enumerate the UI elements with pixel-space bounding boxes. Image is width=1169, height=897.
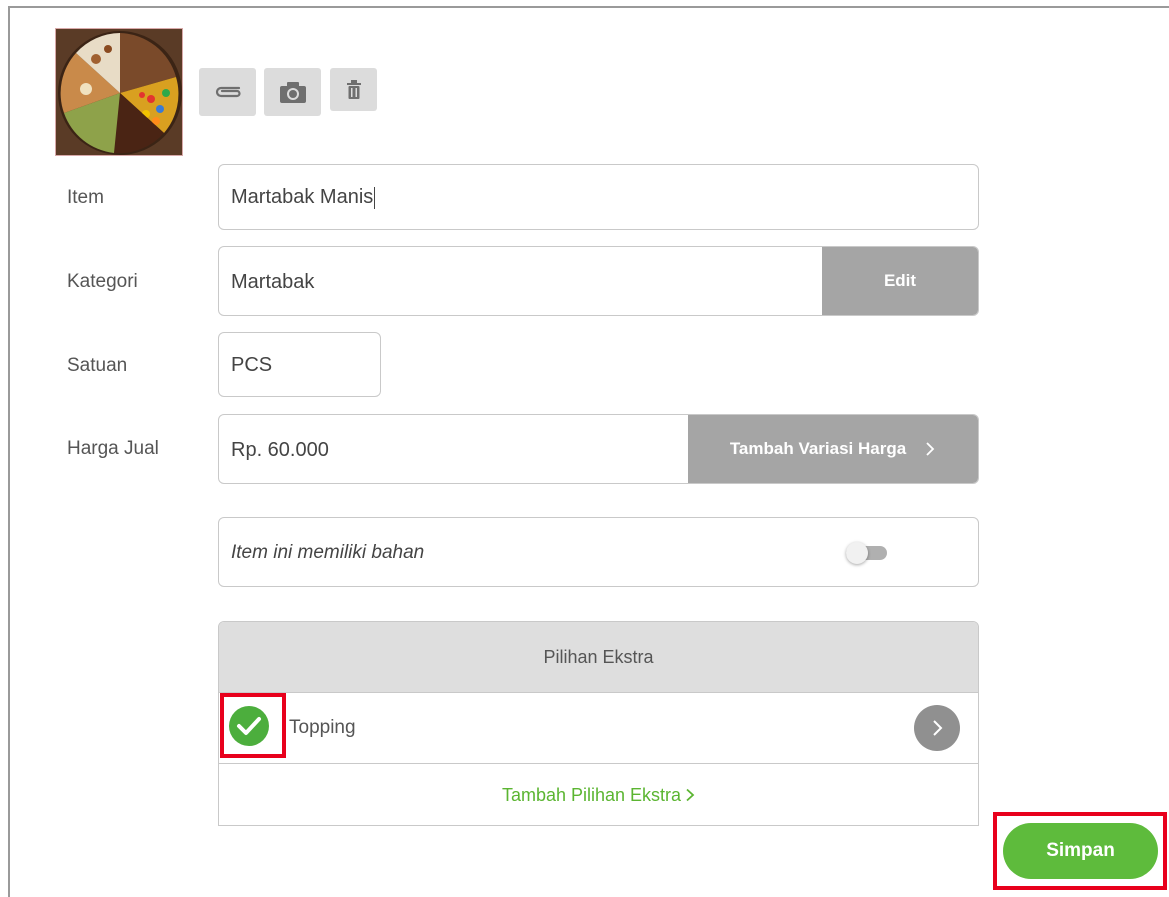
paperclip-icon — [215, 86, 241, 98]
window-border-top — [8, 6, 1169, 8]
item-photo[interactable] — [55, 28, 183, 156]
camera-icon — [279, 82, 306, 103]
tambah-variasi-harga-label: Tambah Variasi Harga — [729, 439, 907, 458]
edit-kategori-button[interactable]: Edit — [822, 247, 978, 315]
checkbox-highlight-box — [220, 693, 286, 758]
kategori-label: Kategori — [67, 271, 138, 292]
kategori-value: Martabak — [231, 271, 315, 293]
attach-button[interactable] — [199, 68, 256, 116]
item-name-value: Martabak Manis — [231, 186, 374, 208]
chevron-right-icon — [933, 720, 943, 736]
satuan-input[interactable]: PCS — [218, 332, 381, 397]
kategori-field[interactable]: Martabak Edit — [218, 246, 979, 316]
camera-button[interactable] — [264, 68, 321, 116]
satuan-value: PCS — [231, 354, 273, 376]
pilihan-ekstra-title: Pilihan Ekstra — [543, 646, 654, 667]
delete-photo-button[interactable] — [330, 68, 377, 111]
simpan-button[interactable]: Simpan — [1003, 823, 1158, 879]
extra-item-name: Topping — [289, 717, 356, 738]
extra-item-open-button[interactable] — [914, 705, 960, 751]
simpan-label: Simpan — [1046, 840, 1115, 861]
pilihan-ekstra-header: Pilihan Ekstra — [219, 622, 978, 693]
bahan-toggle-label: Item ini memiliki bahan — [231, 542, 425, 563]
window-border-left — [8, 6, 10, 897]
pilihan-ekstra-panel: Pilihan Ekstra Topping Tambah Pilihan Ek… — [218, 621, 979, 826]
text-cursor — [374, 186, 376, 209]
trash-icon — [346, 79, 361, 99]
tambah-pilihan-ekstra-link[interactable]: Tambah Pilihan Ekstra — [219, 763, 978, 825]
harga-jual-value: Rp. 60.000 — [231, 439, 329, 461]
chevron-right-icon — [686, 788, 695, 802]
item-name-input[interactable]: Martabak Manis — [218, 164, 979, 230]
chevron-right-icon — [926, 442, 935, 456]
tambah-pilihan-ekstra-label: Tambah Pilihan Ekstra — [501, 784, 682, 805]
bahan-toggle-knob[interactable] — [846, 542, 868, 564]
harga-jual-label: Harga Jual — [67, 438, 159, 459]
extra-item-row[interactable]: Topping — [219, 692, 978, 764]
harga-jual-field[interactable]: Rp. 60.000 Tambah Variasi Harga — [218, 414, 979, 484]
item-label: Item — [67, 187, 104, 208]
edit-kategori-label: Edit — [883, 271, 917, 290]
tambah-variasi-harga-button[interactable]: Tambah Variasi Harga — [688, 415, 978, 483]
satuan-label: Satuan — [67, 355, 128, 376]
